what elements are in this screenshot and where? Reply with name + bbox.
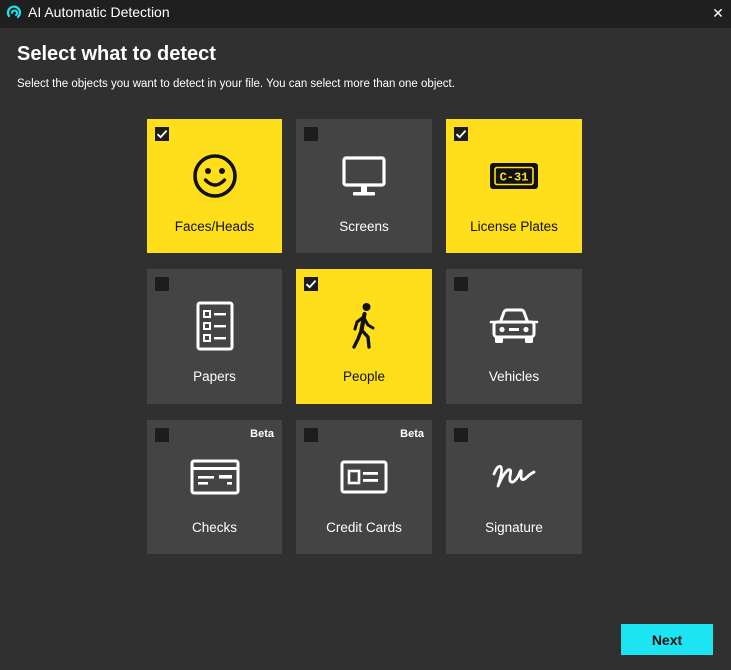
faces-heads-checkbox[interactable] [155, 127, 169, 141]
close-icon[interactable]: ✕ [708, 3, 728, 23]
walking-person-icon [352, 303, 375, 349]
credit-card-icon [340, 460, 388, 494]
tile-label: Faces/Heads [174, 219, 255, 234]
document-list-icon [196, 301, 233, 351]
detection-options-grid: Faces/Heads Screens C-31 License Plates … [147, 119, 582, 554]
vehicles-checkbox[interactable] [454, 277, 468, 291]
app-logo-icon [5, 4, 23, 22]
tile-papers[interactable]: Papers [147, 269, 282, 404]
title-bar: AI Automatic Detection ✕ [0, 0, 731, 28]
tile-label: Signature [485, 520, 543, 535]
checks-checkbox[interactable] [155, 428, 169, 442]
tile-label: Papers [193, 369, 236, 384]
credit-cards-checkbox[interactable] [304, 428, 318, 442]
tile-people[interactable]: People [296, 269, 432, 404]
signature-checkbox[interactable] [454, 428, 468, 442]
tile-label: Checks [191, 520, 237, 535]
license-plate-text: C-31 [500, 171, 529, 185]
car-icon [489, 308, 539, 343]
people-checkbox[interactable] [304, 277, 318, 291]
tile-label: Credit Cards [326, 520, 402, 535]
tile-signature[interactable]: Signature [446, 420, 582, 554]
papers-checkbox[interactable] [155, 277, 169, 291]
next-button[interactable]: Next [621, 624, 713, 655]
license-plates-checkbox[interactable] [454, 127, 468, 141]
page-title: Select what to detect [17, 43, 216, 65]
tile-vehicles[interactable]: Vehicles [446, 269, 582, 404]
tile-license-plates[interactable]: C-31 License Plates [446, 119, 582, 253]
check-card-icon [190, 459, 239, 495]
window-title: AI Automatic Detection [28, 4, 170, 20]
tile-credit-cards[interactable]: Beta Credit Cards [296, 420, 432, 554]
tile-label: Screens [339, 219, 389, 234]
tile-label: Vehicles [488, 369, 540, 384]
tile-screens[interactable]: Screens [296, 119, 432, 253]
tile-faces-heads[interactable]: Faces/Heads [147, 119, 282, 253]
monitor-icon [342, 156, 386, 196]
signature-icon [492, 464, 536, 488]
beta-badge: Beta [250, 428, 274, 440]
tile-label: License Plates [470, 219, 558, 234]
page-instructions: Select the objects you want to detect in… [17, 78, 455, 90]
smiley-face-icon [192, 154, 237, 198]
screens-checkbox[interactable] [304, 127, 318, 141]
tile-label: People [342, 369, 386, 384]
license-plate-icon: C-31 [490, 163, 538, 189]
tile-checks[interactable]: Beta Checks [147, 420, 282, 554]
beta-badge: Beta [400, 428, 424, 440]
